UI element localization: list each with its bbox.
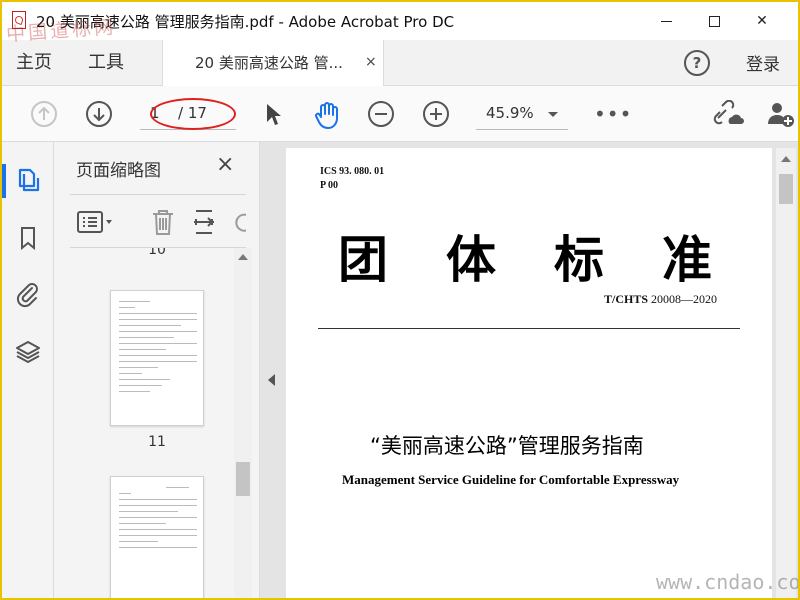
select-tool-button[interactable] — [264, 102, 284, 132]
extract-pages-icon — [194, 210, 214, 234]
trash-icon — [153, 210, 173, 235]
scroll-up-icon[interactable] — [781, 156, 791, 162]
title-bar: 20 美丽高速公路 管理服务指南.pdf - Adobe Acrobat Pro… — [2, 2, 798, 40]
minus-icon — [375, 113, 387, 115]
add-user-icon — [768, 103, 794, 127]
classification-code: P 00 — [320, 180, 339, 191]
panel-splitter[interactable] — [260, 142, 284, 598]
zoom-level-dropdown[interactable]: 45.9% — [476, 100, 568, 130]
layers-button[interactable] — [14, 338, 42, 366]
app-window: 20 美丽高速公路 管理服务指南.pdf - Adobe Acrobat Pro… — [0, 0, 800, 600]
layers-icon — [16, 341, 40, 363]
add-user-button[interactable] — [766, 100, 798, 134]
document-view[interactable]: ICS 93. 080. 01 P 00 团体标准 T/CHTS 20008—2… — [284, 142, 798, 598]
scrollbar-thumb[interactable] — [236, 462, 250, 496]
plus-icon — [430, 108, 442, 120]
chinese-title: “美丽高速公路”管理服务指南 — [370, 434, 644, 458]
document-tab-label: 20 美丽高速公路 管... — [195, 54, 343, 72]
active-indicator — [2, 164, 6, 198]
pdf-page: ICS 93. 080. 01 P 00 团体标准 T/CHTS 20008—2… — [286, 148, 772, 598]
page-thumbnail[interactable] — [110, 476, 204, 598]
bookmark-icon — [21, 227, 35, 251]
chevron-down-icon — [548, 112, 558, 117]
page-number-highlight — [150, 98, 236, 130]
rotate-icon — [235, 213, 246, 232]
share-link-button[interactable] — [712, 99, 746, 134]
maximize-button[interactable] — [690, 2, 738, 40]
thumbnail-text-lines — [119, 301, 197, 397]
scrollbar-thumb[interactable] — [779, 174, 793, 204]
standard-number: T/CHTS 20008—2020 — [604, 292, 718, 306]
paperclip-icon — [16, 283, 38, 308]
page-thumbnails-icon — [18, 168, 40, 192]
collapse-panel-icon[interactable] — [268, 374, 275, 386]
watermark-bottom: www.cndao.com — [656, 570, 800, 594]
toolbar: 1 / 17 45.9% ••• — [2, 86, 798, 142]
divider — [318, 328, 740, 329]
panel-toolbar — [70, 194, 246, 248]
navigation-rail — [2, 142, 54, 598]
arrow-up-icon — [38, 106, 50, 120]
more-tools-icon[interactable]: ••• — [594, 102, 632, 126]
help-icon[interactable]: ? — [684, 50, 710, 76]
thumbnail-text-lines — [119, 487, 197, 553]
bookmarks-button[interactable] — [14, 224, 42, 252]
close-panel-icon[interactable]: × — [216, 152, 234, 177]
page-thumbnails-button[interactable] — [14, 166, 42, 194]
panel-title: 页面缩略图 — [76, 161, 161, 181]
thumbnail-options-button[interactable] — [76, 209, 114, 239]
minimize-button[interactable] — [642, 2, 690, 40]
page-thumbnail[interactable] — [110, 290, 204, 426]
page-label: 11 — [148, 434, 166, 450]
page-thumbnails-panel: 页面缩略图 × 10 11 — [54, 142, 260, 598]
document-scrollbar[interactable] — [776, 148, 796, 598]
scroll-up-icon[interactable] — [238, 254, 248, 260]
zoom-level-value: 45.9% — [486, 104, 534, 122]
zoom-out-button[interactable] — [368, 101, 394, 127]
close-tab-icon[interactable]: × — [365, 54, 377, 70]
tab-document[interactable]: 20 美丽高速公路 管... × — [162, 40, 384, 86]
extract-pages-button[interactable] — [192, 207, 218, 241]
options-menu-icon — [77, 211, 112, 233]
hand-tool-button[interactable] — [312, 100, 342, 134]
thumbnail-scrollbar[interactable] — [234, 248, 252, 598]
next-page-button[interactable] — [86, 101, 112, 127]
rotate-page-button[interactable] — [230, 207, 246, 241]
close-icon: ✕ — [756, 13, 768, 29]
login-button[interactable]: 登录 — [746, 40, 780, 90]
english-title: Management Service Guideline for Comfort… — [342, 472, 680, 487]
attachments-button[interactable] — [14, 280, 42, 308]
page-label: 10 — [148, 248, 166, 258]
tab-home[interactable]: 主页 — [16, 40, 52, 86]
close-window-button[interactable]: ✕ — [738, 2, 786, 40]
ics-code: ICS 93. 080. 01 — [320, 166, 385, 177]
tab-tools[interactable]: 工具 — [88, 40, 124, 86]
pointer-icon — [267, 104, 281, 125]
previous-page-button[interactable] — [31, 101, 57, 127]
hand-icon — [315, 102, 338, 129]
minimize-icon — [660, 20, 672, 22]
tab-row: 主页 工具 20 美丽高速公路 管... × ? 登录 — [2, 40, 798, 86]
standard-title: 团体标准 — [338, 230, 770, 289]
maximize-icon — [708, 15, 720, 27]
arrow-down-icon — [93, 108, 105, 122]
link-cloud-icon — [713, 99, 744, 125]
delete-pages-button[interactable] — [150, 207, 176, 241]
zoom-in-button[interactable] — [423, 101, 449, 127]
thumbnail-list[interactable]: 10 11 — [54, 248, 260, 598]
